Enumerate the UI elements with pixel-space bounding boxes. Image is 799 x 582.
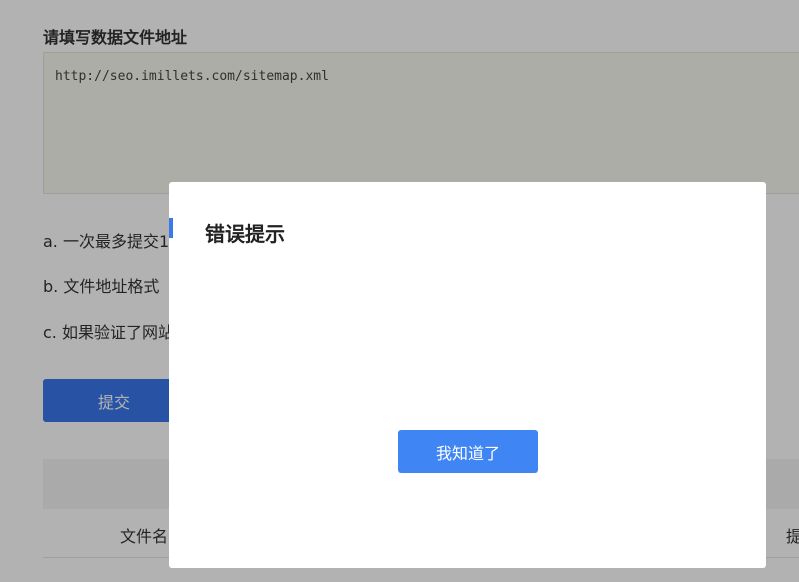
acknowledge-button[interactable]: 我知道了 — [398, 430, 538, 473]
error-dialog: 错误提示 我知道了 — [169, 182, 766, 568]
dialog-accent-bar — [169, 218, 173, 238]
dialog-title: 错误提示 — [205, 222, 285, 246]
